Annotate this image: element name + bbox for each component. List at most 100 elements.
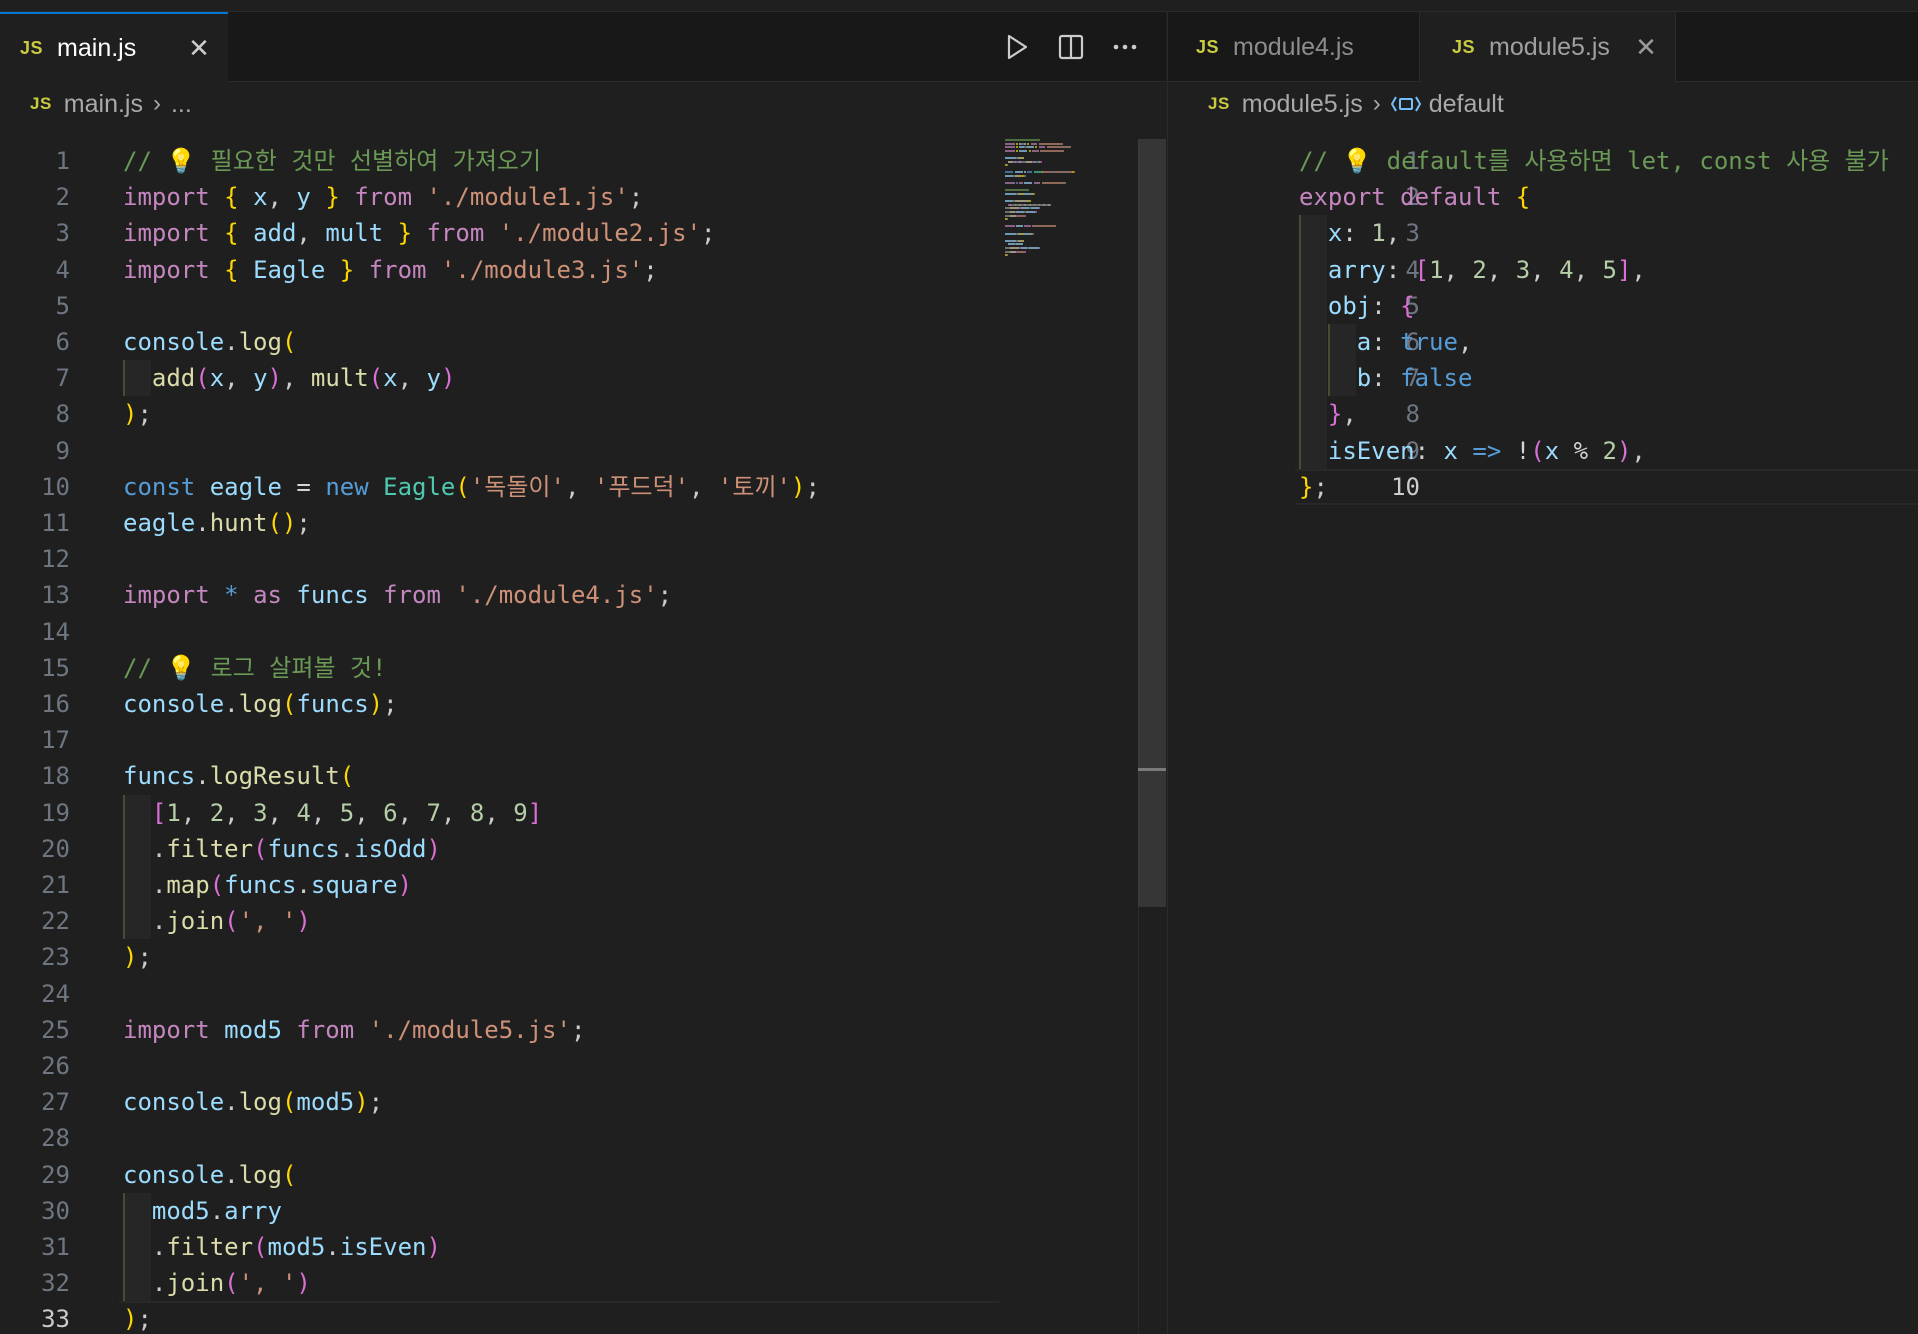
code-token: ; bbox=[643, 255, 658, 284]
minimap-stroke bbox=[1054, 225, 1057, 228]
code-token: funcs bbox=[224, 871, 297, 899]
line-number: 10 bbox=[41, 472, 70, 501]
code-line: a: true, bbox=[1299, 324, 1473, 360]
code-token: : bbox=[1385, 255, 1415, 284]
code-token: . bbox=[123, 871, 167, 899]
code-token: y bbox=[253, 364, 268, 393]
code-token: obj bbox=[1327, 291, 1372, 320]
code-token: x bbox=[383, 364, 398, 393]
code-token: '독돌이' bbox=[469, 472, 565, 501]
code-token: ) bbox=[1616, 436, 1632, 465]
code-token: ] bbox=[527, 798, 543, 827]
code-token: , bbox=[281, 364, 311, 393]
code-token: , bbox=[354, 798, 384, 827]
code-token: arry bbox=[224, 1196, 282, 1225]
line-number: 27 bbox=[41, 1088, 70, 1117]
line-number: 5 bbox=[55, 291, 70, 320]
line-number: 15 bbox=[41, 653, 70, 682]
more-actions-icon[interactable] bbox=[1108, 30, 1142, 64]
breadcrumb-symbol[interactable]: ... bbox=[171, 90, 192, 119]
minimap-stroke bbox=[1005, 200, 1013, 203]
line-number: 31 bbox=[41, 1233, 70, 1261]
minimap-stroke bbox=[1038, 146, 1045, 149]
close-icon[interactable]: ✕ bbox=[1631, 32, 1661, 63]
code-token: , bbox=[1486, 255, 1516, 284]
code-token: . bbox=[195, 762, 210, 791]
code-token: arry bbox=[1327, 255, 1386, 284]
code-token: a bbox=[1356, 328, 1372, 356]
tab-module5-js[interactable]: JS module5.js ✕ bbox=[1420, 12, 1676, 82]
code-line: .join(', ') bbox=[123, 1265, 311, 1301]
tab-module4-js[interactable]: JS module4.js bbox=[1168, 12, 1420, 82]
code-token: mod5 bbox=[296, 1088, 355, 1117]
breadcrumb-symbol[interactable]: default bbox=[1429, 90, 1504, 119]
code-token: console bbox=[123, 328, 225, 356]
breadcrumb-file[interactable]: main.js bbox=[64, 90, 143, 119]
tab-main-js[interactable]: JS main.js ✕ bbox=[0, 12, 228, 82]
code-token: x bbox=[253, 183, 268, 212]
code-editor[interactable]: 1 // 💡 필요한 것만 선별하여 가져오기 2 import { x, y } f… bbox=[0, 139, 1166, 1334]
minimap-stroke bbox=[1005, 193, 1017, 195]
code-line: isEven: x => !(x % 2), bbox=[1299, 433, 1646, 469]
code-token: ] bbox=[1616, 255, 1632, 284]
line-number: 18 bbox=[41, 762, 70, 791]
split-editor-icon[interactable] bbox=[1054, 30, 1088, 64]
code-token: 7 bbox=[426, 798, 441, 827]
code-token: from bbox=[383, 581, 441, 610]
minimap-stroke bbox=[1043, 171, 1052, 174]
code-token: 9 bbox=[513, 798, 528, 827]
right-tab-bar: JS module4.js JS module5.js ✕ bbox=[1168, 12, 1918, 82]
minimap-stroke bbox=[1014, 200, 1029, 203]
javascript-file-icon: JS bbox=[1452, 36, 1476, 57]
code-token: export bbox=[1299, 183, 1386, 212]
code-line: .map(funcs.square) bbox=[123, 867, 412, 903]
code-token: x bbox=[209, 364, 225, 393]
code-token: . bbox=[224, 1088, 239, 1117]
code-token: ; bbox=[701, 219, 716, 248]
minimap-stroke bbox=[1030, 207, 1039, 210]
code-token: filter bbox=[166, 834, 254, 863]
breadcrumb-file[interactable]: module5.js bbox=[1242, 90, 1363, 119]
code-token: filter bbox=[166, 1233, 254, 1261]
minimap[interactable] bbox=[1005, 139, 1125, 279]
code-token: . bbox=[195, 509, 210, 537]
code-line: arry: [1, 2, 3, 4, 5], bbox=[1299, 252, 1646, 288]
code-token: ( bbox=[281, 1088, 297, 1117]
code-editor[interactable]: 1 // 💡 default를 사용하면 let, const 사용 불가 2 exp… bbox=[1168, 139, 1918, 1334]
code-token: . bbox=[224, 1160, 239, 1189]
code-token: add bbox=[253, 219, 297, 248]
code-token: , bbox=[224, 364, 254, 393]
code-token: default bbox=[1400, 183, 1502, 212]
code-line: .filter(mod5.isEven) bbox=[123, 1229, 441, 1265]
close-icon[interactable]: ✕ bbox=[184, 33, 214, 64]
javascript-file-icon: JS bbox=[20, 37, 44, 58]
minimap-stroke bbox=[1005, 189, 1029, 192]
minimap-stroke bbox=[1024, 175, 1026, 177]
run-icon[interactable] bbox=[1000, 30, 1034, 64]
code-token: 2 bbox=[209, 798, 225, 827]
code-token: , bbox=[397, 364, 427, 393]
code-token: ; bbox=[1313, 472, 1328, 501]
code-line: }, bbox=[1299, 396, 1357, 432]
code-token: } bbox=[339, 255, 355, 284]
code-token: . bbox=[123, 907, 167, 936]
code-token: import bbox=[123, 183, 210, 212]
code-token: eagle bbox=[123, 509, 196, 537]
code-token: , bbox=[296, 219, 326, 248]
scrollbar-thumb[interactable] bbox=[1138, 139, 1166, 907]
code-token: , bbox=[689, 472, 718, 501]
code-token: log bbox=[238, 1160, 282, 1189]
minimap-stroke bbox=[1016, 149, 1018, 152]
minimap-stroke bbox=[1005, 175, 1013, 177]
